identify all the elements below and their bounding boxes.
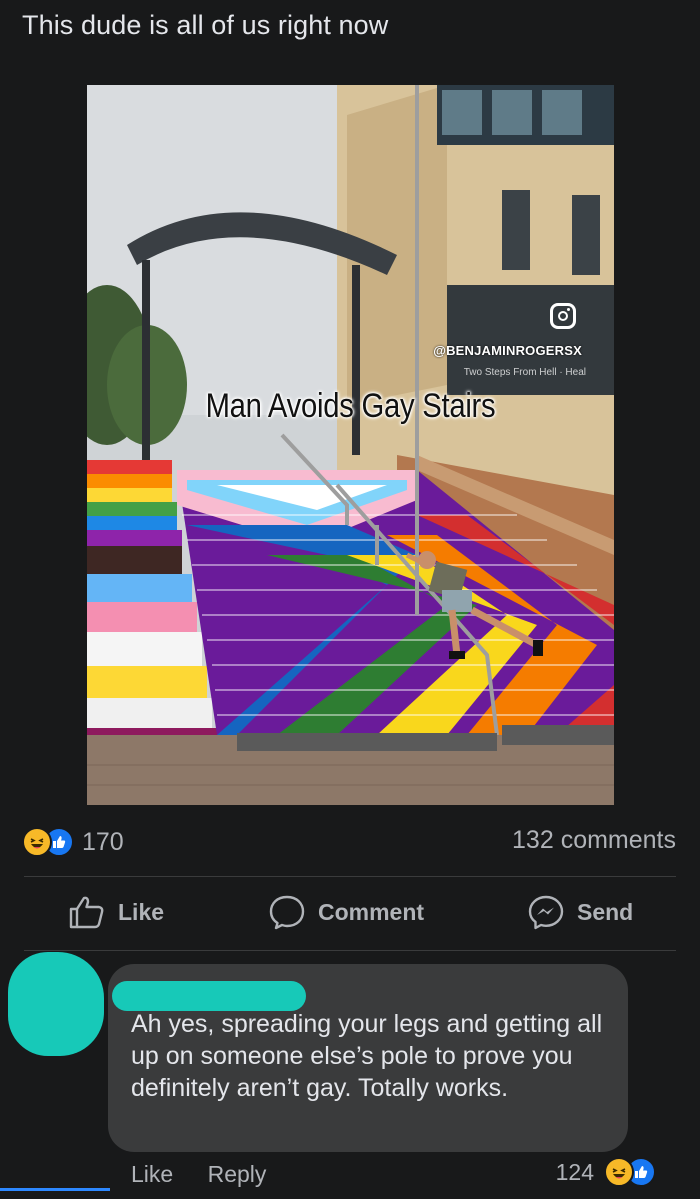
messenger-icon [528, 895, 564, 930]
image-watermark: @BENJAMINROGERSX [433, 343, 582, 358]
haha-icon [22, 827, 52, 857]
avatar-redacted[interactable] [8, 952, 104, 1056]
post-image[interactable]: @BENJAMINROGERSX Two Steps From Hell · H… [87, 85, 614, 805]
haha-icon [604, 1157, 634, 1187]
comment-like-button[interactable]: Like [131, 1161, 173, 1187]
comment-text: Ah yes, spreading your legs and getting … [131, 1010, 603, 1102]
comment-reactions[interactable]: 124 [556, 1157, 656, 1187]
comment-reply-button[interactable]: Reply [208, 1161, 267, 1187]
image-caption: Man Avoids Gay Stairs [205, 387, 496, 425]
thumbs-up-icon [69, 896, 104, 929]
post-text: This dude is all of us right now [22, 10, 389, 40]
comment-actions: Like Reply [131, 1161, 294, 1188]
send-label: Send [577, 898, 634, 925]
like-button[interactable]: Like [68, 894, 164, 930]
comment-label: Comment [318, 898, 425, 925]
instagram-icon [550, 303, 576, 329]
reaction-summary[interactable]: 170 [22, 824, 124, 860]
comment-button[interactable]: Comment [268, 894, 424, 930]
comment-reaction-count: 124 [555, 1158, 594, 1185]
like-label: Like [118, 898, 165, 925]
divider [24, 876, 676, 877]
comment-icon [269, 895, 305, 930]
divider [24, 950, 676, 951]
reaction-count: 170 [82, 827, 124, 856]
active-tab-indicator [0, 1188, 110, 1191]
commenter-name-redacted[interactable] [112, 981, 306, 1011]
stairs-photo [87, 85, 614, 805]
send-button[interactable]: Send [527, 894, 633, 930]
post-actions: Like Comment Send [0, 884, 700, 944]
comment-count[interactable]: 132 comments [512, 826, 676, 855]
facebook-post-page: This dude is all of us right now @BENJAM… [0, 0, 700, 1199]
image-subtext: Two Steps From Hell · Heal [463, 367, 586, 378]
